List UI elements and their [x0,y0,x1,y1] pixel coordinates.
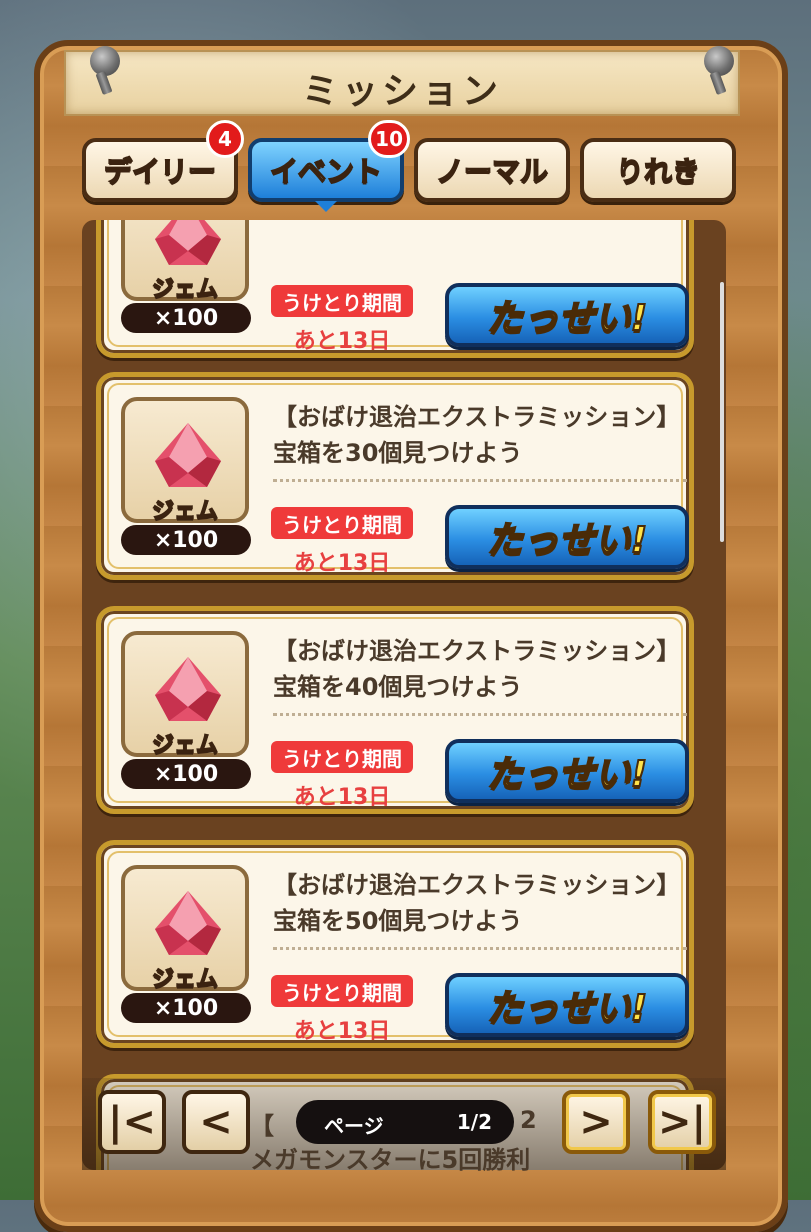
mission-description: 【おばけ退治エクストラミッション】 宝箱を50個見つけよう [273,867,693,939]
peek-mission-title-tail: 2 [520,1106,537,1134]
period-label: うけとり期間 [271,741,413,773]
period-label: うけとり期間 [271,507,413,539]
reward-name: ジェム [151,498,218,524]
peek-mission-title: 【 [250,1112,274,1140]
tab-label: イベント [269,154,383,189]
tab-history[interactable]: りれき [580,138,736,202]
divider [273,479,687,482]
mission-goal: 宝箱を40個見つけよう [273,673,523,701]
mission-description: 【おばけ退治エクストラミッション】 宝箱を30個見つけよう [273,399,693,471]
mission-card: ジェム ×100 うけとり期間 あと13日 たっせい! [96,220,694,358]
mission-title: 【おばけ退治エクストラミッション】 [273,403,681,431]
reward-quantity: ×100 [121,525,251,555]
pin-icon [704,46,734,76]
divider [273,947,687,950]
tab-label: デイリー [103,154,217,189]
mission-title: 【おばけ退治エクストラミッション】 [273,871,681,899]
reward-quantity: ×100 [121,303,251,333]
achieve-button[interactable]: たっせい! [445,283,689,347]
next-page-button[interactable]: > [562,1090,630,1154]
page-title: ミッション [301,71,502,112]
mission-card: ジェム ×100 【おばけ退治エクストラミッション】 宝箱を30個見つけよう う… [96,372,694,580]
mission-list[interactable]: ジェム ×100 うけとり期間 あと13日 たっせい! ジェム ×100 【おば… [82,220,726,1170]
period-remaining: あと13日 [293,785,391,810]
reward-box: ジェム [121,631,249,759]
mission-description: 【おばけ退治エクストラミッション】 宝箱を40個見つけよう [273,633,693,705]
reward-quantity: ×100 [121,993,251,1023]
gem-icon [155,220,221,265]
mission-goal: 宝箱を30個見つけよう [273,439,523,467]
reward-box: ジェム [121,397,249,525]
period-remaining: あと13日 [293,1019,391,1044]
reward-name: ジェム [151,732,218,758]
mission-card: ジェム ×100 【おばけ退治エクストラミッション】 宝箱を50個見つけよう う… [96,840,694,1048]
notification-badge: 10 [368,120,410,158]
last-page-button[interactable]: >| [648,1090,716,1154]
scrollbar[interactable] [720,282,724,542]
tab-label: ノーマル [435,154,549,189]
pin-icon [90,46,120,76]
tab-event[interactable]: イベント 10 [248,120,410,212]
period-remaining: あと13日 [293,329,391,354]
divider [273,713,687,716]
gem-icon [155,423,221,487]
gem-icon [155,891,221,955]
reward-quantity: ×100 [121,759,251,789]
achieve-button[interactable]: たっせい! [445,505,689,569]
reward-box: ジェム [121,220,249,303]
mission-goal: 宝箱を50個見つけよう [273,907,523,935]
period-remaining: あと13日 [293,551,391,576]
mission-title: 【おばけ退治エクストラミッション】 [273,637,681,665]
gem-icon [155,657,221,721]
achieve-button[interactable]: たっせい! [445,739,689,803]
period-label: うけとり期間 [271,285,413,317]
reward-box: ジェム [121,865,249,993]
peek-mission-goal: メガモンスターに5回勝利 [250,1146,531,1174]
page-label: ページ [324,1114,384,1138]
page-number: 1/2 [456,1110,492,1134]
reward-name: ジェム [151,966,218,992]
tab-daily[interactable]: デイリー 4 [82,120,244,202]
achieve-button[interactable]: たっせい! [445,973,689,1037]
mission-card: ジェム ×100 【おばけ退治エクストラミッション】 宝箱を40個見つけよう う… [96,606,694,814]
page-indicator: ページ 1/2 [296,1100,514,1144]
tab-normal[interactable]: ノーマル [414,138,570,202]
title-banner: ミッション [64,50,740,116]
first-page-button[interactable]: |< [98,1090,166,1154]
period-label: うけとり期間 [271,975,413,1007]
tab-label: りれき [615,154,701,189]
reward-name: ジェム [151,276,218,302]
prev-page-button[interactable]: < [182,1090,250,1154]
notification-badge: 4 [206,120,244,158]
